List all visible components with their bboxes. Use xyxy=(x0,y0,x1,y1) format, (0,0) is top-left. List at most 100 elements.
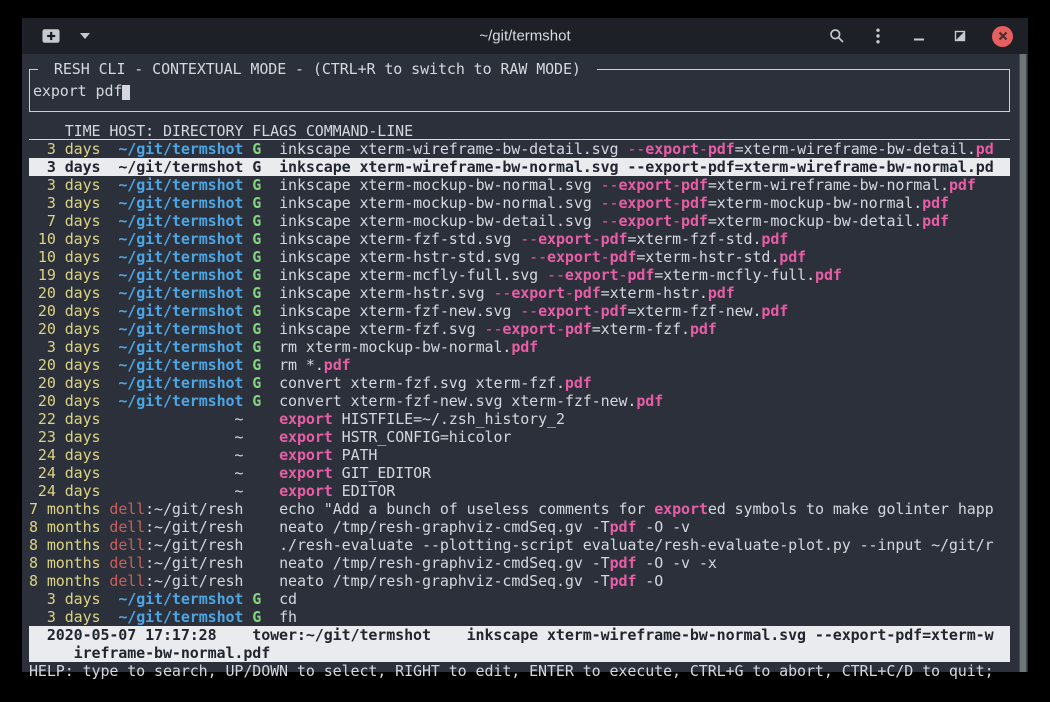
cmd-segment: -- xyxy=(529,248,547,266)
tab-dropdown-button[interactable] xyxy=(76,27,94,45)
cmd-segment: convert xterm-fzf-new.svg xterm-fzf-new. xyxy=(279,392,636,410)
table-row[interactable]: 7 months dell:~/git/resh echo "Add a bun… xyxy=(29,500,1010,518)
table-row[interactable]: 8 months dell:~/git/resh ./resh-evaluate… xyxy=(29,536,1010,554)
flag-cell xyxy=(252,428,261,446)
cmd-segment: dell xyxy=(109,536,145,554)
flag-cell: G xyxy=(252,176,261,194)
close-icon xyxy=(998,31,1008,41)
flag-cell xyxy=(252,446,261,464)
cmd-segment: export xyxy=(565,266,619,284)
cmd-segment: - xyxy=(592,302,601,320)
cmd-segment: export xyxy=(654,500,708,518)
cmd-segment: inkscape xterm-hstr.svg xyxy=(279,284,493,302)
cmd-segment: -- xyxy=(601,212,619,230)
status-box: 2020-05-07 17:17:28 tower:~/git/termshot… xyxy=(29,626,1010,662)
cmd-segment: pdf xyxy=(574,284,601,302)
cmd-segment: export xyxy=(645,140,699,158)
table-row[interactable]: 20 days ~/git/termshot G convert xterm-f… xyxy=(29,392,1010,410)
time-cell: 3 days xyxy=(29,176,100,194)
new-tab-button[interactable] xyxy=(42,27,60,45)
text-cursor xyxy=(122,85,130,100)
cmd-segment: PATH xyxy=(333,446,378,464)
cmd-segment: export xyxy=(619,194,673,212)
flag-cell: G xyxy=(252,158,261,176)
table-row[interactable]: 3 days ~/git/termshot G inkscape xterm-m… xyxy=(29,176,1010,194)
cmd-segment: =xterm-fzf-std. xyxy=(627,230,761,248)
cmd-segment: =xterm-hstr-std. xyxy=(636,248,779,266)
flag-cell: G xyxy=(252,266,261,284)
cmd-segment: pdf xyxy=(610,518,637,536)
cmd-segment: pdf xyxy=(708,284,735,302)
cmd-segment: export xyxy=(279,464,333,482)
table-row[interactable]: 24 days ~ export PATH xyxy=(29,446,1010,464)
table-row[interactable]: 20 days ~/git/termshot G rm *.pdf xyxy=(29,356,1010,374)
cmd-segment: ~/git/termshot xyxy=(118,248,243,266)
cmd-segment: inkscape xterm-hstr-std.svg xyxy=(279,248,529,266)
table-row[interactable]: 3 days ~/git/termshot G rm xterm-mockup-… xyxy=(29,338,1010,356)
cmd-segment: pdf xyxy=(681,194,708,212)
table-row[interactable]: 20 days ~/git/termshot G inkscape xterm-… xyxy=(29,284,1010,302)
table-row[interactable]: 3 days ~/git/termshot G cd xyxy=(29,590,1010,608)
cmd-segment: pdf xyxy=(761,230,788,248)
window-title: ~/git/termshot xyxy=(479,28,570,45)
cmd-segment: -- xyxy=(547,266,565,284)
table-row[interactable]: 19 days ~/git/termshot G inkscape xterm-… xyxy=(29,266,1010,284)
table-row[interactable]: 3 days ~/git/termshot G inkscape xterm-w… xyxy=(29,158,1010,176)
search-button[interactable] xyxy=(828,27,846,45)
terminal-content: RESH CLI - CONTEXTUAL MODE - (CTRL+R to … xyxy=(22,54,1028,672)
table-row[interactable]: 20 days ~/git/termshot G inkscape xterm-… xyxy=(29,320,1010,338)
spacer xyxy=(29,112,1010,122)
cmd-segment: pdf xyxy=(922,212,949,230)
cmd-segment: ~/git/termshot xyxy=(118,266,243,284)
table-header: TIME HOST: DIRECTORY FLAGS COMMAND-LINE xyxy=(29,122,1010,140)
cmd-segment: pdf xyxy=(922,194,949,212)
new-tab-icon xyxy=(42,28,60,44)
cmd-segment: export xyxy=(619,176,673,194)
cmd-segment: - xyxy=(672,194,681,212)
cmd-segment: ~/git/termshot xyxy=(118,158,243,176)
cmd-segment: - xyxy=(672,212,681,230)
cmd-segment: =xterm-fzf-new. xyxy=(627,302,761,320)
menu-button[interactable] xyxy=(869,27,887,45)
table-row[interactable]: 3 days ~/git/termshot G inkscape xterm-m… xyxy=(29,194,1010,212)
minimize-button[interactable] xyxy=(910,27,928,45)
table-row[interactable]: 23 days ~ export HSTR_CONFIG=hicolor xyxy=(29,428,1010,446)
search-input[interactable]: export pdf xyxy=(30,82,1009,100)
cmd-segment: ~/git/termshot xyxy=(118,194,243,212)
flag-cell: G xyxy=(252,590,261,608)
cmd-segment: - xyxy=(565,284,574,302)
table-row[interactable]: 24 days ~ export GIT_EDITOR xyxy=(29,464,1010,482)
close-button[interactable] xyxy=(992,26,1013,47)
time-cell: 8 months xyxy=(29,518,100,536)
cmd-segment: pdf xyxy=(761,302,788,320)
flag-cell: G xyxy=(252,230,261,248)
time-cell: 3 days xyxy=(29,140,100,158)
table-row[interactable]: 7 days ~/git/termshot G inkscape xterm-m… xyxy=(29,212,1010,230)
table-row[interactable]: 22 days ~ export HISTFILE=~/.zsh_history… xyxy=(29,410,1010,428)
cmd-segment: ~/git/termshot xyxy=(118,284,243,302)
table-row[interactable]: 8 months dell:~/git/resh neato /tmp/resh… xyxy=(29,554,1010,572)
time-cell: 3 days xyxy=(29,338,100,356)
time-cell: 8 months xyxy=(29,536,100,554)
table-row[interactable]: 24 days ~ export EDITOR xyxy=(29,482,1010,500)
table-row[interactable]: 8 months dell:~/git/resh neato /tmp/resh… xyxy=(29,572,1010,590)
terminal-window: ~/git/termshot xyxy=(22,18,1028,672)
scrollbar-thumb[interactable] xyxy=(1019,54,1027,672)
restore-button[interactable] xyxy=(951,27,969,45)
table-row[interactable]: 10 days ~/git/termshot G inkscape xterm-… xyxy=(29,230,1010,248)
table-row[interactable]: 3 days ~/git/termshot G fh xyxy=(29,608,1010,626)
screen: ~/git/termshot xyxy=(0,0,1050,702)
cmd-segment: pdf xyxy=(324,356,351,374)
flag-cell: G xyxy=(252,356,261,374)
table-row[interactable]: 3 days ~/git/termshot G inkscape xterm-w… xyxy=(29,140,1010,158)
table-row[interactable]: 8 months dell:~/git/resh neato /tmp/resh… xyxy=(29,518,1010,536)
cmd-segment: pdf xyxy=(610,572,637,590)
table-row[interactable]: 10 days ~/git/termshot G inkscape xterm-… xyxy=(29,248,1010,266)
scrollbar[interactable] xyxy=(1018,54,1028,672)
cmd-segment: ~/git/termshot xyxy=(118,140,243,158)
cmd-segment: pdf xyxy=(708,158,735,176)
table-row[interactable]: 20 days ~/git/termshot G inkscape xterm-… xyxy=(29,302,1010,320)
flag-cell xyxy=(252,554,261,572)
cmd-segment: export xyxy=(279,428,333,446)
table-row[interactable]: 20 days ~/git/termshot G convert xterm-f… xyxy=(29,374,1010,392)
